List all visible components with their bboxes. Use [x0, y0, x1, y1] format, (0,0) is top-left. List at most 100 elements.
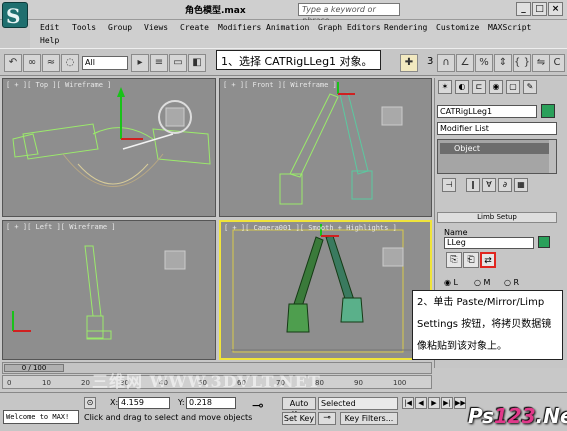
menu-animation[interactable]: Animation — [266, 23, 309, 32]
viewport-camera[interactable]: [ + ][ Camera001 ][ Smooth + Highlights … — [219, 220, 432, 360]
radio-middle[interactable]: ○ M — [474, 278, 490, 287]
x-coord-input[interactable]: 4.159 — [118, 397, 170, 409]
radio-left[interactable]: ◉ L — [444, 278, 458, 287]
app-logo-icon[interactable]: S — [2, 2, 28, 28]
limb-color-swatch[interactable] — [538, 236, 550, 248]
menu-group[interactable]: Group — [108, 23, 132, 32]
viewport-front[interactable]: [ + ][ Front ][ Wireframe ] — [219, 78, 432, 217]
selection-filter-dropdown[interactable]: All — [82, 56, 128, 70]
menu-edit[interactable]: Edit — [40, 23, 59, 32]
viewport-label-left[interactable]: [ + ][ Left ][ Wireframe ] — [6, 223, 116, 231]
viewport-top[interactable]: [ + ][ Top ][ Wireframe ] — [2, 78, 216, 217]
key-icon[interactable]: ⊸ — [252, 398, 264, 414]
key-icon-small[interactable]: ⊸ — [318, 412, 336, 425]
viewport-left[interactable]: [ + ][ Left ][ Wireframe ] — [2, 220, 216, 360]
menu-graph-editors[interactable]: Graph Editors — [318, 23, 381, 32]
menu-maxscript[interactable]: MAXScript — [488, 23, 531, 32]
left-view-leg-icon — [12, 245, 186, 340]
mirror-icon[interactable]: ⇋ — [532, 54, 550, 72]
auto-key-button[interactable]: Auto Key — [282, 397, 316, 419]
object-color-swatch[interactable] — [541, 104, 555, 118]
tick-10: 10 — [42, 379, 51, 387]
radio-right[interactable]: ○ R — [504, 278, 519, 287]
go-to-end-icon[interactable]: ▶▶ — [454, 397, 466, 409]
modifier-list-dropdown[interactable]: Modifier List — [437, 122, 557, 135]
viewport-label-camera[interactable]: [ + ][ Camera001 ][ Smooth + Highlights … — [224, 224, 397, 232]
motion-tab-icon[interactable]: ◉ — [489, 80, 503, 94]
show-end-result-icon[interactable]: ‖ — [466, 178, 480, 192]
key-filters-button[interactable]: Key Filters... — [340, 412, 398, 425]
watermark: 三维网 WWW.3DVLT.NET — [92, 372, 321, 391]
display-tab-icon[interactable]: ▢ — [506, 80, 520, 94]
tick-90: 90 — [354, 379, 363, 387]
copy-settings-icon[interactable]: ⎘ — [446, 252, 462, 268]
limb-setup-rollout[interactable]: Limb Setup — [437, 212, 557, 223]
utilities-tab-icon[interactable]: ✎ — [523, 80, 537, 94]
make-unique-icon[interactable]: ∀ — [482, 178, 496, 192]
undo-icon[interactable]: ↶ — [4, 54, 22, 72]
title-bar — [0, 0, 567, 20]
create-tab-icon[interactable]: ✶ — [438, 80, 452, 94]
window-title: 角色模型.max — [185, 6, 246, 16]
snap-toggle-label[interactable]: 3 — [427, 56, 433, 67]
site-logo: Ps123.Net — [468, 404, 567, 428]
set-key-button[interactable]: Set Key — [282, 412, 316, 425]
named-selection-icon[interactable]: { } — [513, 54, 531, 72]
close-button[interactable]: × — [548, 2, 563, 16]
window-crossing-icon[interactable]: ◧ — [188, 54, 206, 72]
prompt-line: Click and drag to select and move object… — [84, 413, 253, 422]
maxscript-listener[interactable]: Welcome to MAX! — [3, 410, 79, 424]
select-by-name-icon[interactable]: ≡ — [150, 54, 168, 72]
spinner-snap-icon[interactable]: ⇕ — [494, 54, 512, 72]
key-mode-dropdown[interactable]: Selected — [318, 397, 398, 410]
modifier-stack[interactable]: Object — [437, 139, 557, 174]
modify-tab-icon[interactable]: ◐ — [455, 80, 469, 94]
rect-selection-icon[interactable]: ▭ — [169, 54, 187, 72]
search-input[interactable]: Type a keyword or phrase — [298, 3, 400, 25]
lock-selection-icon[interactable]: ⊙ — [84, 397, 96, 409]
menu-tools[interactable]: Tools — [72, 23, 96, 32]
viewport-label-front[interactable]: [ + ][ Front ][ Wireframe ] — [223, 81, 337, 89]
radio-right-label: R — [513, 278, 520, 287]
pin-stack-icon[interactable]: ⊣ — [442, 178, 456, 192]
limb-name-field[interactable]: LLeg — [444, 237, 534, 249]
remove-modifier-icon[interactable]: ∂ — [498, 178, 512, 192]
menu-customize[interactable]: Customize — [436, 23, 479, 32]
snap-icon[interactable]: ∩ — [437, 54, 455, 72]
select-object-icon[interactable]: ▸ — [131, 54, 149, 72]
next-frame-icon[interactable]: ▶| — [441, 397, 453, 409]
paste-mirror-limb-settings-button[interactable]: ⇄ — [480, 252, 496, 268]
unlink-icon[interactable]: ≈ — [42, 54, 60, 72]
stack-scrollbar[interactable] — [549, 140, 556, 173]
menu-modifiers[interactable]: Modifiers — [218, 23, 261, 32]
go-to-start-icon[interactable]: |◀ — [402, 397, 414, 409]
logo-part-2: 123 — [493, 404, 536, 428]
play-icon[interactable]: ▶ — [428, 397, 440, 409]
time-slider-thumb[interactable]: 0 / 100 — [4, 364, 64, 372]
hierarchy-tab-icon[interactable]: ⊏ — [472, 80, 486, 94]
radio-middle-label: M — [483, 278, 491, 287]
previous-frame-icon[interactable]: ◀ — [415, 397, 427, 409]
configure-sets-icon[interactable]: ▦ — [514, 178, 528, 192]
tick-100: 100 — [393, 379, 407, 387]
maximize-button[interactable]: □ — [532, 2, 547, 16]
menu-rendering[interactable]: Rendering — [384, 23, 427, 32]
menu-create[interactable]: Create — [180, 23, 209, 32]
link-icon[interactable]: ∞ — [23, 54, 41, 72]
object-name-field[interactable]: CATRigLLeg1 — [437, 105, 537, 118]
bind-space-warp-icon[interactable]: ◌ — [61, 54, 79, 72]
viewport-label-top[interactable]: [ + ][ Top ][ Wireframe ] — [6, 81, 111, 89]
menu-views[interactable]: Views — [144, 23, 168, 32]
stack-item-object[interactable]: Object — [440, 143, 554, 154]
create-selection-set-icon[interactable]: C — [549, 54, 565, 72]
radio-left-label: L — [453, 278, 458, 287]
paste-settings-icon[interactable]: ⎗ — [463, 252, 479, 268]
percent-snap-icon[interactable]: % — [475, 54, 493, 72]
select-move-icon[interactable]: ✚ — [400, 54, 418, 72]
y-coord-label: Y: — [178, 398, 185, 407]
x-coord-label: X: — [110, 398, 119, 407]
angle-snap-icon[interactable]: ∠ — [456, 54, 474, 72]
y-coord-input[interactable]: 0.218 — [186, 397, 236, 409]
menu-help[interactable]: Help — [40, 36, 59, 45]
minimize-button[interactable]: _ — [516, 2, 531, 16]
